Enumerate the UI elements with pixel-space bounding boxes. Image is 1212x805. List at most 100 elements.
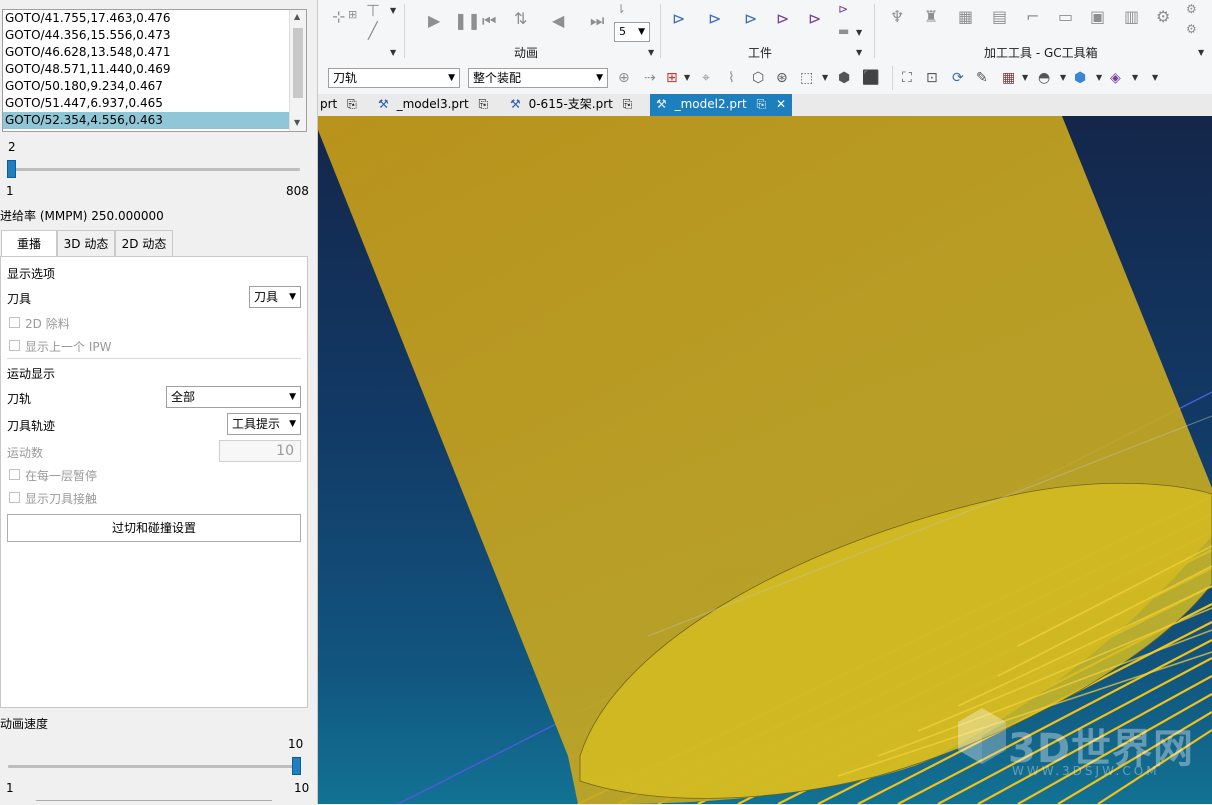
show-tool-contact-checkbox[interactable] bbox=[9, 492, 20, 503]
file-tab[interactable]: prt ⎘ bbox=[314, 94, 363, 116]
tool-10-icon[interactable]: ⚙ bbox=[1186, 0, 1197, 18]
file-tab-active[interactable]: ⚒ _model2.prt ⎘ ✕ bbox=[650, 94, 792, 116]
speed-select[interactable]: 5 ▼ bbox=[614, 22, 650, 42]
gouge-check-settings-button[interactable]: 过切和碰撞设置 bbox=[7, 514, 301, 542]
snap-icon[interactable]: ⊞ bbox=[666, 69, 678, 87]
previous-operation-icon[interactable]: ⇅ bbox=[514, 10, 527, 28]
anim-speed-track[interactable] bbox=[8, 765, 300, 768]
file-tab[interactable]: ⚒ _model3.prt ⎘ bbox=[372, 94, 494, 116]
chevron-down-icon[interactable]: ▼ bbox=[648, 44, 654, 62]
next-operation-icon[interactable]: ⇂ bbox=[616, 0, 626, 18]
scroll-down-icon[interactable]: ▼ bbox=[294, 118, 300, 127]
box-select-icon[interactable]: ⬚ bbox=[800, 69, 813, 87]
show-prev-ipw-checkbox[interactable] bbox=[9, 340, 20, 351]
scroll-thumb[interactable] bbox=[293, 28, 303, 98]
tab-replay[interactable]: 重播 bbox=[1, 230, 57, 257]
tool-2-icon[interactable]: ♜ bbox=[924, 8, 938, 26]
tool-4-icon[interactable]: ▤ bbox=[992, 8, 1007, 26]
list-item-selected[interactable]: GOTO/52.354,4.556,0.463 bbox=[3, 112, 306, 129]
flag-icon[interactable]: ⊳ bbox=[838, 0, 848, 18]
scroll-up-icon[interactable]: ▲ bbox=[294, 12, 300, 21]
tool-1-icon[interactable]: ♆ bbox=[890, 8, 904, 26]
chevron-down-icon[interactable]: ▼ bbox=[1152, 69, 1158, 87]
playback-buttons-row[interactable] bbox=[36, 800, 272, 805]
line-icon[interactable]: ╱ bbox=[368, 22, 378, 40]
tool-select[interactable]: 刀具 ▼ bbox=[249, 286, 301, 308]
shape-icon[interactable]: ▬ bbox=[838, 22, 849, 40]
goto-listing[interactable]: GOTO/41.755,17.463,0.476 GOTO/44.356,15.… bbox=[2, 9, 307, 132]
chevron-down-icon: ▼ bbox=[289, 419, 296, 429]
point-icon[interactable]: ⌖ bbox=[702, 69, 710, 87]
play-icon[interactable]: ▶ bbox=[428, 12, 440, 30]
tool-trace-select[interactable]: 工具提示 ▼ bbox=[227, 413, 301, 435]
layers-icon[interactable]: ▦ bbox=[1002, 69, 1015, 87]
workpiece-display-icon[interactable]: ⊳ bbox=[672, 10, 685, 28]
tool-11-icon[interactable]: ⚙ bbox=[1186, 20, 1197, 38]
shaded-cube-icon[interactable]: ⬢ bbox=[1074, 69, 1086, 87]
step-slider-thumb[interactable] bbox=[7, 160, 16, 178]
zoom-icon[interactable]: ⊡ bbox=[926, 69, 938, 87]
chevron-down-icon[interactable]: ▼ bbox=[1060, 69, 1066, 87]
step-forward-icon[interactable]: ⏭ bbox=[590, 12, 604, 30]
step-slider-track[interactable] bbox=[8, 168, 300, 171]
chevron-down-icon[interactable]: ▼ bbox=[684, 69, 690, 87]
tool-6-icon[interactable]: ▭ bbox=[1058, 8, 1073, 26]
chevron-down-icon[interactable]: ▼ bbox=[390, 2, 396, 20]
list-item[interactable]: GOTO/46.628,13.548,0.471 bbox=[3, 44, 306, 61]
list-item[interactable]: GOTO/51.447,6.937,0.465 bbox=[3, 95, 306, 112]
chevron-down-icon[interactable]: ▼ bbox=[856, 24, 862, 42]
list-item[interactable]: GOTO/50.180,9.234,0.467 bbox=[3, 78, 306, 95]
render-style-icon[interactable]: ◓ bbox=[1038, 69, 1050, 87]
section-icon[interactable]: ◈ bbox=[1110, 69, 1121, 87]
step-back-icon[interactable]: ⏮ bbox=[482, 12, 496, 30]
chevron-down-icon[interactable]: ▼ bbox=[856, 44, 862, 62]
file-tab[interactable]: ⚒ 0-615-支架.prt ⎘ bbox=[504, 94, 638, 116]
tool-8-icon[interactable]: ▥ bbox=[1124, 8, 1139, 26]
chevron-down-icon[interactable]: ▼ bbox=[1096, 69, 1102, 87]
motion-count-field[interactable]: 10 bbox=[219, 440, 301, 462]
list-scrollbar[interactable]: ▲ ▼ bbox=[289, 10, 306, 131]
filter-icon[interactable]: ⇢ bbox=[644, 69, 656, 87]
workpiece-icon[interactable]: ⊳ bbox=[708, 10, 721, 28]
type-filter-select[interactable]: 刀轨 ▼ bbox=[328, 68, 460, 88]
toolpath-select[interactable]: 全部 ▼ bbox=[166, 386, 301, 408]
chevron-down-icon[interactable]: ▼ bbox=[822, 69, 828, 87]
pause-each-layer-checkbox[interactable] bbox=[9, 469, 20, 480]
chevron-down-icon[interactable]: ▼ bbox=[1198, 44, 1204, 62]
tab-2d-dynamic[interactable]: 2D 动态 bbox=[115, 230, 173, 257]
solid-icon[interactable]: ⬢ bbox=[838, 69, 850, 87]
fit-view-icon[interactable]: ⛶ bbox=[902, 69, 912, 87]
ipw-icon[interactable]: ⊳ bbox=[744, 10, 757, 28]
close-icon[interactable]: ✕ bbox=[776, 97, 786, 111]
modified-icon: ⎘ bbox=[622, 97, 633, 111]
list-item[interactable]: GOTO/44.356,15.556,0.473 bbox=[3, 27, 306, 44]
material-removal-icon[interactable]: ⊳ bbox=[776, 10, 789, 28]
tab-3d-dynamic[interactable]: 3D 动态 bbox=[57, 230, 115, 257]
rotate-icon[interactable]: ⟳ bbox=[952, 69, 964, 87]
pause-icon[interactable]: ❚❚ bbox=[454, 12, 481, 30]
chevron-down-icon[interactable]: ▼ bbox=[1132, 69, 1138, 87]
scope-select[interactable]: 整个装配 ▼ bbox=[468, 68, 608, 88]
lamp-icon[interactable]: ⊤ bbox=[366, 2, 380, 20]
curve-icon[interactable]: ⌇ bbox=[728, 69, 735, 87]
tool-9-icon[interactable]: ⚙ bbox=[1156, 8, 1170, 26]
select-icon[interactable]: ⊕ bbox=[618, 69, 630, 87]
list-item[interactable]: GOTO/48.571,11.440,0.469 bbox=[3, 61, 306, 78]
tool-5-icon[interactable]: ⌐ bbox=[1026, 8, 1039, 26]
cube-icon[interactable]: ⬛ bbox=[862, 69, 879, 87]
graphics-viewport[interactable]: 3D世界网 WWW.3DSJW.COM bbox=[318, 116, 1212, 804]
grid-icon[interactable]: ⊞ bbox=[348, 6, 357, 24]
list-item[interactable]: GOTO/41.755,17.463,0.476 bbox=[3, 10, 306, 27]
remove-2d-checkbox[interactable] bbox=[9, 317, 20, 328]
csys-icon[interactable]: ⊹ bbox=[332, 8, 345, 26]
gouge-check-icon[interactable]: ⊳ bbox=[808, 10, 821, 28]
tool-3-icon[interactable]: ▦ bbox=[958, 8, 973, 26]
anim-speed-thumb[interactable] bbox=[292, 757, 301, 775]
step-back-2-icon[interactable]: ◀ bbox=[552, 12, 564, 30]
pan-icon[interactable]: ✎ bbox=[976, 69, 988, 87]
hex-icon[interactable]: ⬡ bbox=[752, 69, 764, 87]
chevron-down-icon[interactable]: ▼ bbox=[1022, 69, 1028, 87]
chevron-down-icon[interactable]: ▼ bbox=[390, 44, 396, 62]
target-icon[interactable]: ⊛ bbox=[776, 69, 788, 87]
tool-7-icon[interactable]: ▣ bbox=[1090, 8, 1105, 26]
